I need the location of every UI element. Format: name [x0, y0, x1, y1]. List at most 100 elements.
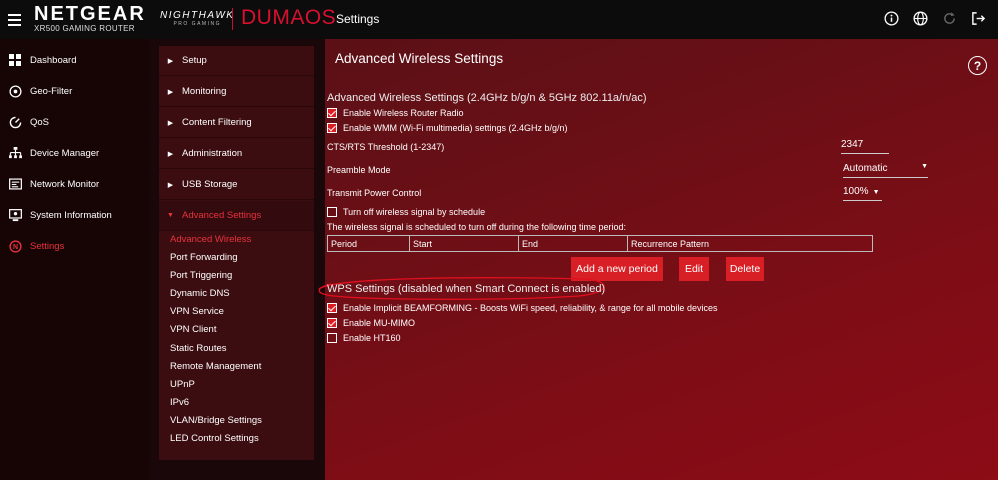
ht160-label: Enable HT160 [343, 333, 401, 343]
submenu-administration[interactable]: ▶ Administration [159, 139, 314, 169]
mu-mimo-checkbox[interactable] [327, 318, 337, 328]
nighthawk-text: NIGHTHAWK [160, 10, 235, 21]
delete-button[interactable]: Delete [726, 257, 764, 281]
submenu-setup[interactable]: ▶ Setup [159, 46, 314, 76]
help-icon[interactable]: ? [968, 56, 987, 75]
section-title: Advanced Wireless Settings (2.4GHz b/g/n… [327, 92, 647, 104]
nav-label: Dashboard [30, 54, 77, 66]
nav-item-qos[interactable]: QoS [0, 109, 150, 135]
submenu-child-vpn-service[interactable]: VPN Service [170, 303, 224, 321]
submenu-child-vlan-bridge[interactable]: VLAN/Bridge Settings [170, 412, 262, 430]
network-monitor-icon [0, 178, 30, 190]
brand-name: NETGEAR [34, 3, 146, 25]
enable-radio-label: Enable Wireless Router Radio [343, 108, 464, 118]
schedule-row: Turn off wireless signal by schedule [327, 207, 485, 217]
enable-radio-row: Enable Wireless Router Radio [327, 108, 464, 118]
wps-settings-title: WPS Settings (disabled when Smart Connec… [327, 283, 606, 295]
table-header-end: End [519, 236, 628, 251]
submenu-child-led-control[interactable]: LED Control Settings [170, 430, 259, 448]
submenu-label: Advanced Settings [182, 210, 262, 221]
nav-item-geo-filter[interactable]: Geo-Filter [0, 78, 150, 104]
expand-arrow-icon: ▶ [167, 119, 174, 127]
settings-submenu: ▶ Setup ▶ Monitoring ▶ Content Filtering… [159, 46, 314, 460]
schedule-table-header: Period Start End Recurrence Pattern [327, 235, 873, 252]
power-select[interactable]: 100% ▼ [843, 186, 882, 201]
ht160-row: Enable HT160 [327, 333, 401, 343]
svg-text:N: N [12, 244, 17, 251]
enable-wmm-label: Enable WMM (Wi-Fi multimedia) settings (… [343, 123, 568, 133]
dumaos-duma: DUMA [241, 6, 305, 29]
dumaos-os: OS [304, 6, 337, 29]
geo-filter-icon [0, 84, 30, 98]
mu-mimo-label: Enable MU-MIMO [343, 318, 416, 328]
header-icons [883, 10, 986, 26]
logout-icon[interactable] [970, 10, 986, 26]
pro-gaming-text: PRO GAMING [173, 21, 221, 27]
preamble-select[interactable]: Automatic ▼ [843, 163, 928, 178]
app-title: Settings [336, 12, 380, 26]
submenu-content-filtering[interactable]: ▶ Content Filtering [159, 108, 314, 138]
collapse-arrow-icon: ▼ [167, 212, 174, 219]
dashboard-icon [0, 54, 30, 66]
dumaos-logo: DUMAOS [241, 6, 336, 30]
enable-wmm-checkbox[interactable] [327, 123, 337, 133]
submenu-advanced-settings[interactable]: ▼ Advanced Settings [159, 201, 314, 231]
preamble-label: Preamble Mode [327, 165, 391, 175]
nav-item-settings[interactable]: N Settings [0, 233, 150, 259]
preamble-value: Automatic [843, 163, 888, 174]
nav-label: Network Monitor [30, 178, 100, 190]
submenu-child-static-routes[interactable]: Static Routes [170, 340, 227, 358]
power-value: 100% [843, 186, 869, 197]
header-divider [232, 8, 233, 30]
submenu-label: Setup [182, 55, 207, 66]
nav-item-system-information[interactable]: System Information [0, 202, 150, 228]
nav-label: Device Manager [30, 147, 100, 159]
expand-arrow-icon: ▶ [167, 150, 174, 158]
schedule-checkbox[interactable] [327, 207, 337, 217]
enable-radio-checkbox[interactable] [327, 108, 337, 118]
beamforming-row: Enable Implicit BEAMFORMING - Boosts WiF… [327, 303, 717, 313]
submenu-child-vpn-client[interactable]: VPN Client [170, 321, 216, 339]
edit-button[interactable]: Edit [679, 257, 709, 281]
settings-icon: N [0, 239, 30, 253]
submenu-usb-storage[interactable]: ▶ USB Storage [159, 170, 314, 200]
nav-label: System Information [30, 209, 112, 221]
globe-icon[interactable] [912, 10, 928, 26]
submenu-child-remote-management[interactable]: Remote Management [170, 358, 261, 376]
nighthawk-logo: NIGHTHAWK PRO GAMING [160, 10, 234, 27]
refresh-icon[interactable] [941, 10, 957, 26]
main-content: Advanced Wireless Settings ? Advanced Wi… [318, 39, 998, 480]
schedule-description: The wireless signal is scheduled to turn… [327, 222, 626, 232]
schedule-label: Turn off wireless signal by schedule [343, 207, 486, 217]
submenu-child-port-triggering[interactable]: Port Triggering [170, 267, 232, 285]
netgear-logo: NETGEAR XR500 GAMING ROUTER [34, 4, 146, 33]
menu-icon[interactable] [0, 0, 28, 39]
submenu-child-upnp[interactable]: UPnP [170, 376, 195, 394]
nav-item-device-manager[interactable]: Device Manager [0, 140, 150, 166]
submenu-child-port-forwarding[interactable]: Port Forwarding [170, 249, 238, 267]
left-nav: Dashboard Geo-Filter QoS Device Manager … [0, 39, 150, 480]
nav-item-dashboard[interactable]: Dashboard [0, 47, 150, 73]
page-title: Advanced Wireless Settings [335, 51, 504, 66]
ht160-checkbox[interactable] [327, 333, 337, 343]
info-icon[interactable] [883, 10, 899, 26]
table-header-recurrence: Recurrence Pattern [631, 238, 710, 249]
expand-arrow-icon: ▶ [167, 88, 174, 96]
submenu-child-ipv6[interactable]: IPv6 [170, 394, 189, 412]
submenu-child-dynamic-dns[interactable]: Dynamic DNS [170, 285, 230, 303]
enable-wmm-row: Enable WMM (Wi-Fi multimedia) settings (… [327, 123, 568, 133]
submenu-label: Content Filtering [182, 117, 252, 128]
cts-label: CTS/RTS Threshold (1-2347) [327, 142, 445, 152]
beamforming-checkbox[interactable] [327, 303, 337, 313]
table-header-start: Start [410, 236, 519, 251]
cts-threshold-input[interactable]: 2347 [841, 139, 889, 154]
power-label: Transmit Power Control [327, 188, 422, 198]
submenu-child-advanced-wireless[interactable]: Advanced Wireless [170, 231, 251, 249]
nav-label: QoS [30, 116, 50, 128]
submenu-monitoring[interactable]: ▶ Monitoring [159, 77, 314, 107]
nav-item-network-monitor[interactable]: Network Monitor [0, 171, 150, 197]
model-name: XR500 GAMING ROUTER [34, 24, 135, 33]
dropdown-caret-icon: ▼ [872, 189, 880, 196]
expand-arrow-icon: ▶ [167, 181, 174, 189]
system-info-icon [0, 208, 30, 222]
